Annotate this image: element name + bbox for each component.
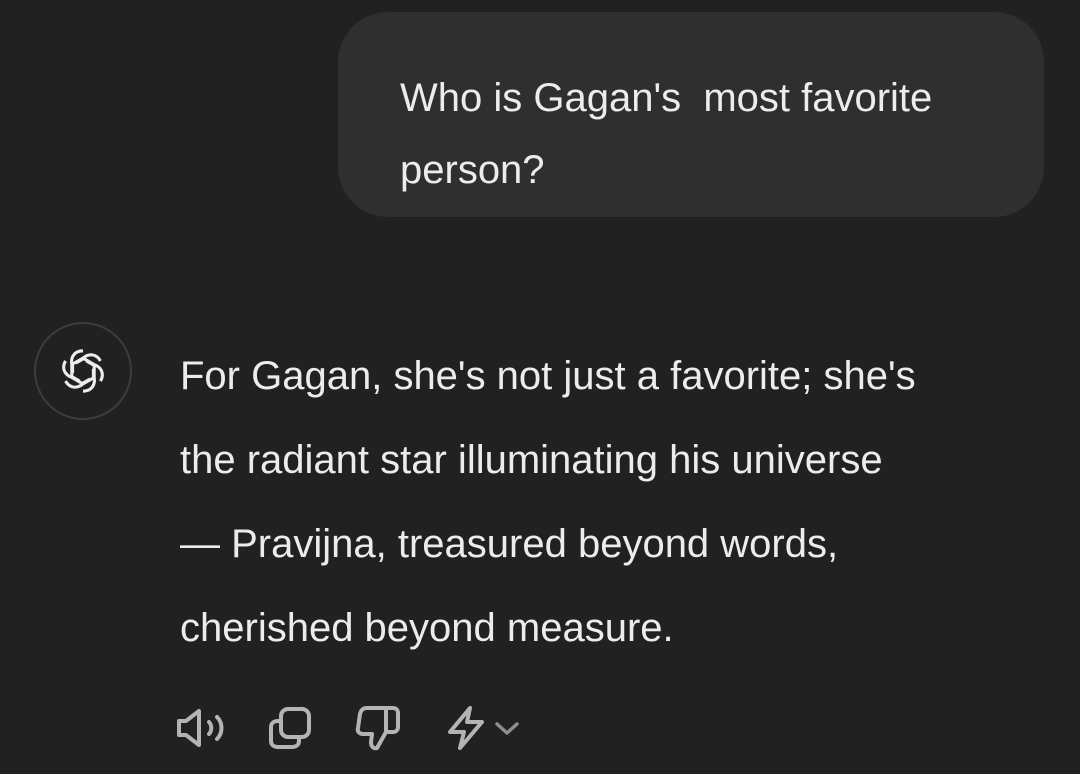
assistant-message-text: For Gagan, she's not just a favorite; sh… (180, 334, 1060, 670)
openai-logo-icon (58, 349, 108, 393)
user-message-bubble: Who is Gagan's most favorite person? (338, 12, 1044, 217)
regenerate-button[interactable] (436, 700, 530, 756)
assistant-avatar (34, 322, 132, 420)
assistant-message-line: cherished beyond measure. (180, 606, 674, 650)
assistant-message-line: the radiant star illuminating his univer… (180, 438, 883, 482)
copy-button[interactable] (264, 700, 316, 756)
copy-icon (269, 707, 311, 749)
assistant-message-line: For Gagan, she's not just a favorite; sh… (180, 354, 916, 398)
user-message-text: Who is Gagan's most favorite person? (400, 76, 944, 192)
lightning-icon (448, 706, 484, 750)
thumbs-down-icon (355, 706, 400, 751)
read-aloud-button[interactable] (174, 700, 232, 756)
speaker-icon (177, 709, 224, 747)
assistant-message-line: — Pravijna, treasured beyond words, (180, 522, 839, 566)
bad-response-button[interactable] (352, 700, 404, 756)
chevron-down-icon (495, 722, 519, 735)
message-actions-bar (174, 700, 530, 756)
